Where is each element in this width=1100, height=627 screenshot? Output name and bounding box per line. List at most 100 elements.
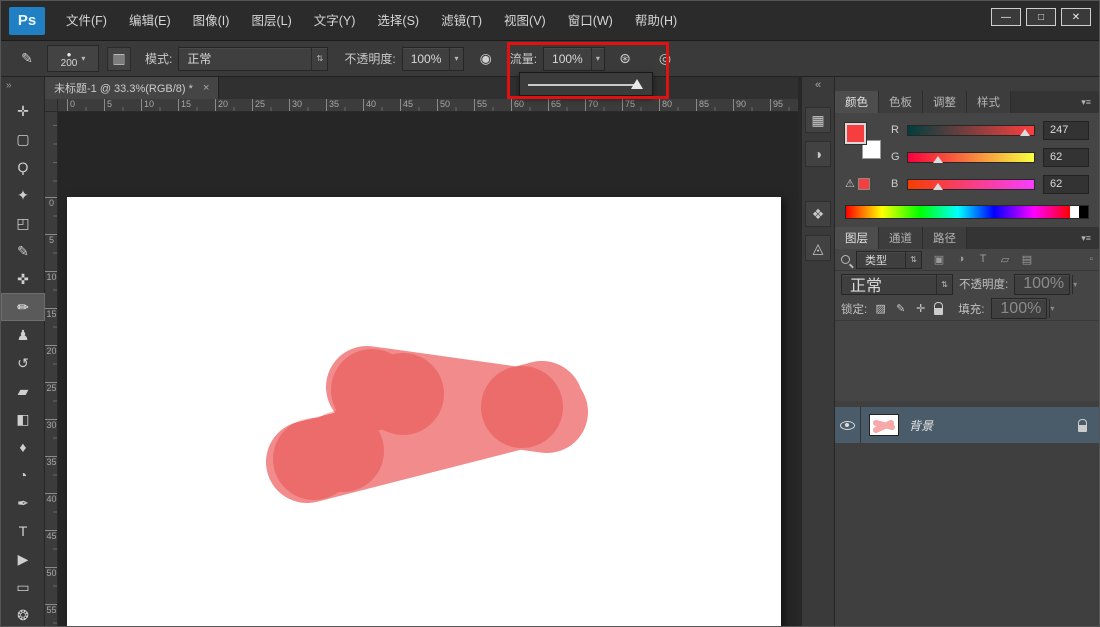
flow-slider-track[interactable] [528, 84, 636, 86]
red-slider-thumb[interactable] [1020, 129, 1030, 136]
foreground-color-swatch[interactable] [845, 123, 866, 144]
red-slider[interactable] [907, 125, 1035, 136]
eraser-tool[interactable]: ▰ [1, 377, 45, 405]
red-value-field[interactable]: 247 [1043, 121, 1089, 140]
flow-slider-popup [519, 72, 653, 96]
pressure-size-icon[interactable]: ◎ [653, 47, 677, 71]
lasso-tool[interactable]: Ϙ [1, 153, 45, 181]
brush-tool[interactable]: ✏ [1, 293, 45, 321]
filter-type-layers-icon[interactable]: T [976, 253, 990, 266]
document-tab[interactable]: 未标题-1 @ 33.3%(RGB/8) * × [45, 77, 219, 99]
document-tab-bar: 未标题-1 @ 33.3%(RGB/8) * × [45, 77, 798, 99]
blue-value-field[interactable]: 62 [1043, 175, 1089, 194]
clone-stamp-tool[interactable]: ♟ [1, 321, 45, 349]
menu-item-edit[interactable]: 编辑(E) [118, 1, 182, 41]
dock-collapse-arrows-icon[interactable]: « [815, 77, 821, 99]
layer-filter-icons: ▣ ◑ T ▱ ▤ [932, 253, 1034, 266]
visibility-cell[interactable] [835, 407, 861, 443]
pressure-opacity-icon[interactable]: ◉ [474, 47, 498, 71]
menu-item-layer[interactable]: 图层(L) [240, 1, 302, 41]
adjustments-panel-icon[interactable]: ▦ [805, 107, 831, 133]
menu-item-view[interactable]: 视图(V) [493, 1, 557, 41]
move-tool[interactable]: ✛ [1, 97, 45, 125]
history-brush-tool[interactable]: ↺ [1, 349, 45, 377]
lock-position-icon[interactable]: ✛ [914, 302, 927, 315]
opacity-select[interactable]: 100% ▾ [402, 47, 464, 71]
tab-adjust[interactable]: 调整 [923, 91, 967, 113]
spectrum-ramp[interactable] [846, 206, 1070, 218]
menu-item-type[interactable]: 文字(Y) [303, 1, 367, 41]
lock-all-icon[interactable] [934, 308, 943, 315]
rectangular-marquee-tool[interactable]: ▢ [1, 125, 45, 153]
gamut-warning-icon[interactable]: ⚠ [845, 177, 855, 190]
dodge-tool[interactable]: ◔ [1, 461, 45, 489]
tab-layers[interactable]: 图层 [835, 227, 879, 249]
minimize-button[interactable]: — [991, 8, 1021, 26]
green-slider[interactable] [907, 152, 1035, 163]
menu-item-filter[interactable]: 滤镜(T) [430, 1, 493, 41]
flow-slider-thumb[interactable] [631, 79, 643, 89]
tab-close-icon[interactable]: × [203, 82, 209, 94]
blue-slider-thumb[interactable] [933, 183, 943, 190]
eyedropper-tool[interactable]: ✎ [1, 237, 45, 265]
tab-swatches[interactable]: 色板 [879, 91, 923, 113]
panel-menu-icon[interactable]: ▾≡ [1073, 91, 1099, 113]
lock-transparent-pixels-icon[interactable]: ▨ [874, 302, 887, 315]
close-button[interactable]: ✕ [1061, 8, 1091, 26]
tab-channels[interactable]: 通道 [879, 227, 923, 249]
layer-filter-select[interactable]: 类型 ⇅ [856, 251, 922, 269]
blend-mode-select[interactable]: 正常 ⇅ [178, 47, 328, 71]
path-selection-tool[interactable]: ▶ [1, 545, 45, 573]
magic-wand-tool[interactable]: ✦ [1, 181, 45, 209]
layer-opacity-label: 不透明度: [959, 276, 1008, 292]
panel-menu-icon[interactable]: ▾≡ [1073, 227, 1099, 249]
tab-styles[interactable]: 样式 [967, 91, 1011, 113]
color-panel-tabs: 颜色色板调整样式 ▾≡ [835, 91, 1099, 113]
spectrum-white-swatch[interactable] [1070, 206, 1079, 218]
filter-shape-layers-icon[interactable]: ▱ [998, 253, 1012, 266]
filter-adjustment-layers-icon[interactable]: ◑ [954, 253, 968, 266]
spinner-arrows-icon: ⇅ [936, 275, 952, 294]
blur-tool[interactable]: ♦ [1, 433, 45, 461]
canvas[interactable] [67, 197, 781, 627]
healing-brush-tool[interactable]: ✜ [1, 265, 45, 293]
tab-color[interactable]: 颜色 [835, 91, 879, 113]
menu-item-file[interactable]: 文件(F) [55, 1, 118, 41]
rectangle-tool[interactable]: ▭ [1, 573, 45, 601]
character-panel-icon[interactable]: ◬ [805, 235, 831, 261]
layer-fill-select[interactable]: 100% ▾ [991, 298, 1047, 319]
filter-smart-objects-icon[interactable]: ▤ [1020, 253, 1034, 266]
menu-item-window[interactable]: 窗口(W) [557, 1, 624, 41]
photoshop-window: Ps 文件(F)编辑(E)图像(I)图层(L)文字(Y)选择(S)滤镜(T)视图… [0, 0, 1100, 627]
layer-opacity-select[interactable]: 100% ▾ [1014, 274, 1070, 295]
spectrum-black-swatch[interactable] [1079, 206, 1088, 218]
lock-image-pixels-icon[interactable]: ✎ [894, 302, 907, 315]
gamut-color-swatch[interactable] [858, 178, 870, 190]
blue-slider[interactable] [907, 179, 1035, 190]
clone-source-panel-icon[interactable]: ❖ [805, 201, 831, 227]
layer-filter-toggle[interactable]: ▫ [1089, 254, 1093, 265]
layer-row-background[interactable]: 背景 [835, 407, 1099, 443]
type-tool[interactable]: T [1, 517, 45, 545]
layer-thumbnail[interactable] [869, 414, 899, 436]
gradient-tool[interactable]: ◧ [1, 405, 45, 433]
menu-item-select[interactable]: 选择(S) [366, 1, 430, 41]
airbrush-icon[interactable]: ⊛ [613, 47, 637, 71]
pen-tool[interactable]: ✒ [1, 489, 45, 517]
flow-select[interactable]: 100% ▾ [543, 47, 605, 71]
masks-panel-icon[interactable]: ◑ [805, 141, 831, 167]
filter-pixel-layers-icon[interactable]: ▣ [932, 253, 946, 266]
toolbox-collapse-arrows-icon[interactable]: » [1, 77, 44, 97]
tab-paths[interactable]: 路径 [923, 227, 967, 249]
green-slider-thumb[interactable] [933, 156, 943, 163]
menu-item-image[interactable]: 图像(I) [182, 1, 241, 41]
menu-item-help[interactable]: 帮助(H) [624, 1, 688, 41]
crop-tool[interactable]: ◰ [1, 209, 45, 237]
maximize-button[interactable]: □ [1026, 8, 1056, 26]
brush-preset-picker[interactable]: ● 200 ▾ [47, 45, 99, 72]
dock-icon-list: ▦ ◑ ❖ ◬ [805, 99, 831, 261]
hand-tool[interactable]: ❂ [1, 601, 45, 627]
toggle-brush-panel-button[interactable]: ▥ [107, 47, 131, 71]
layer-blend-mode-select[interactable]: 正常 ⇅ [841, 274, 953, 295]
green-value-field[interactable]: 62 [1043, 148, 1089, 167]
